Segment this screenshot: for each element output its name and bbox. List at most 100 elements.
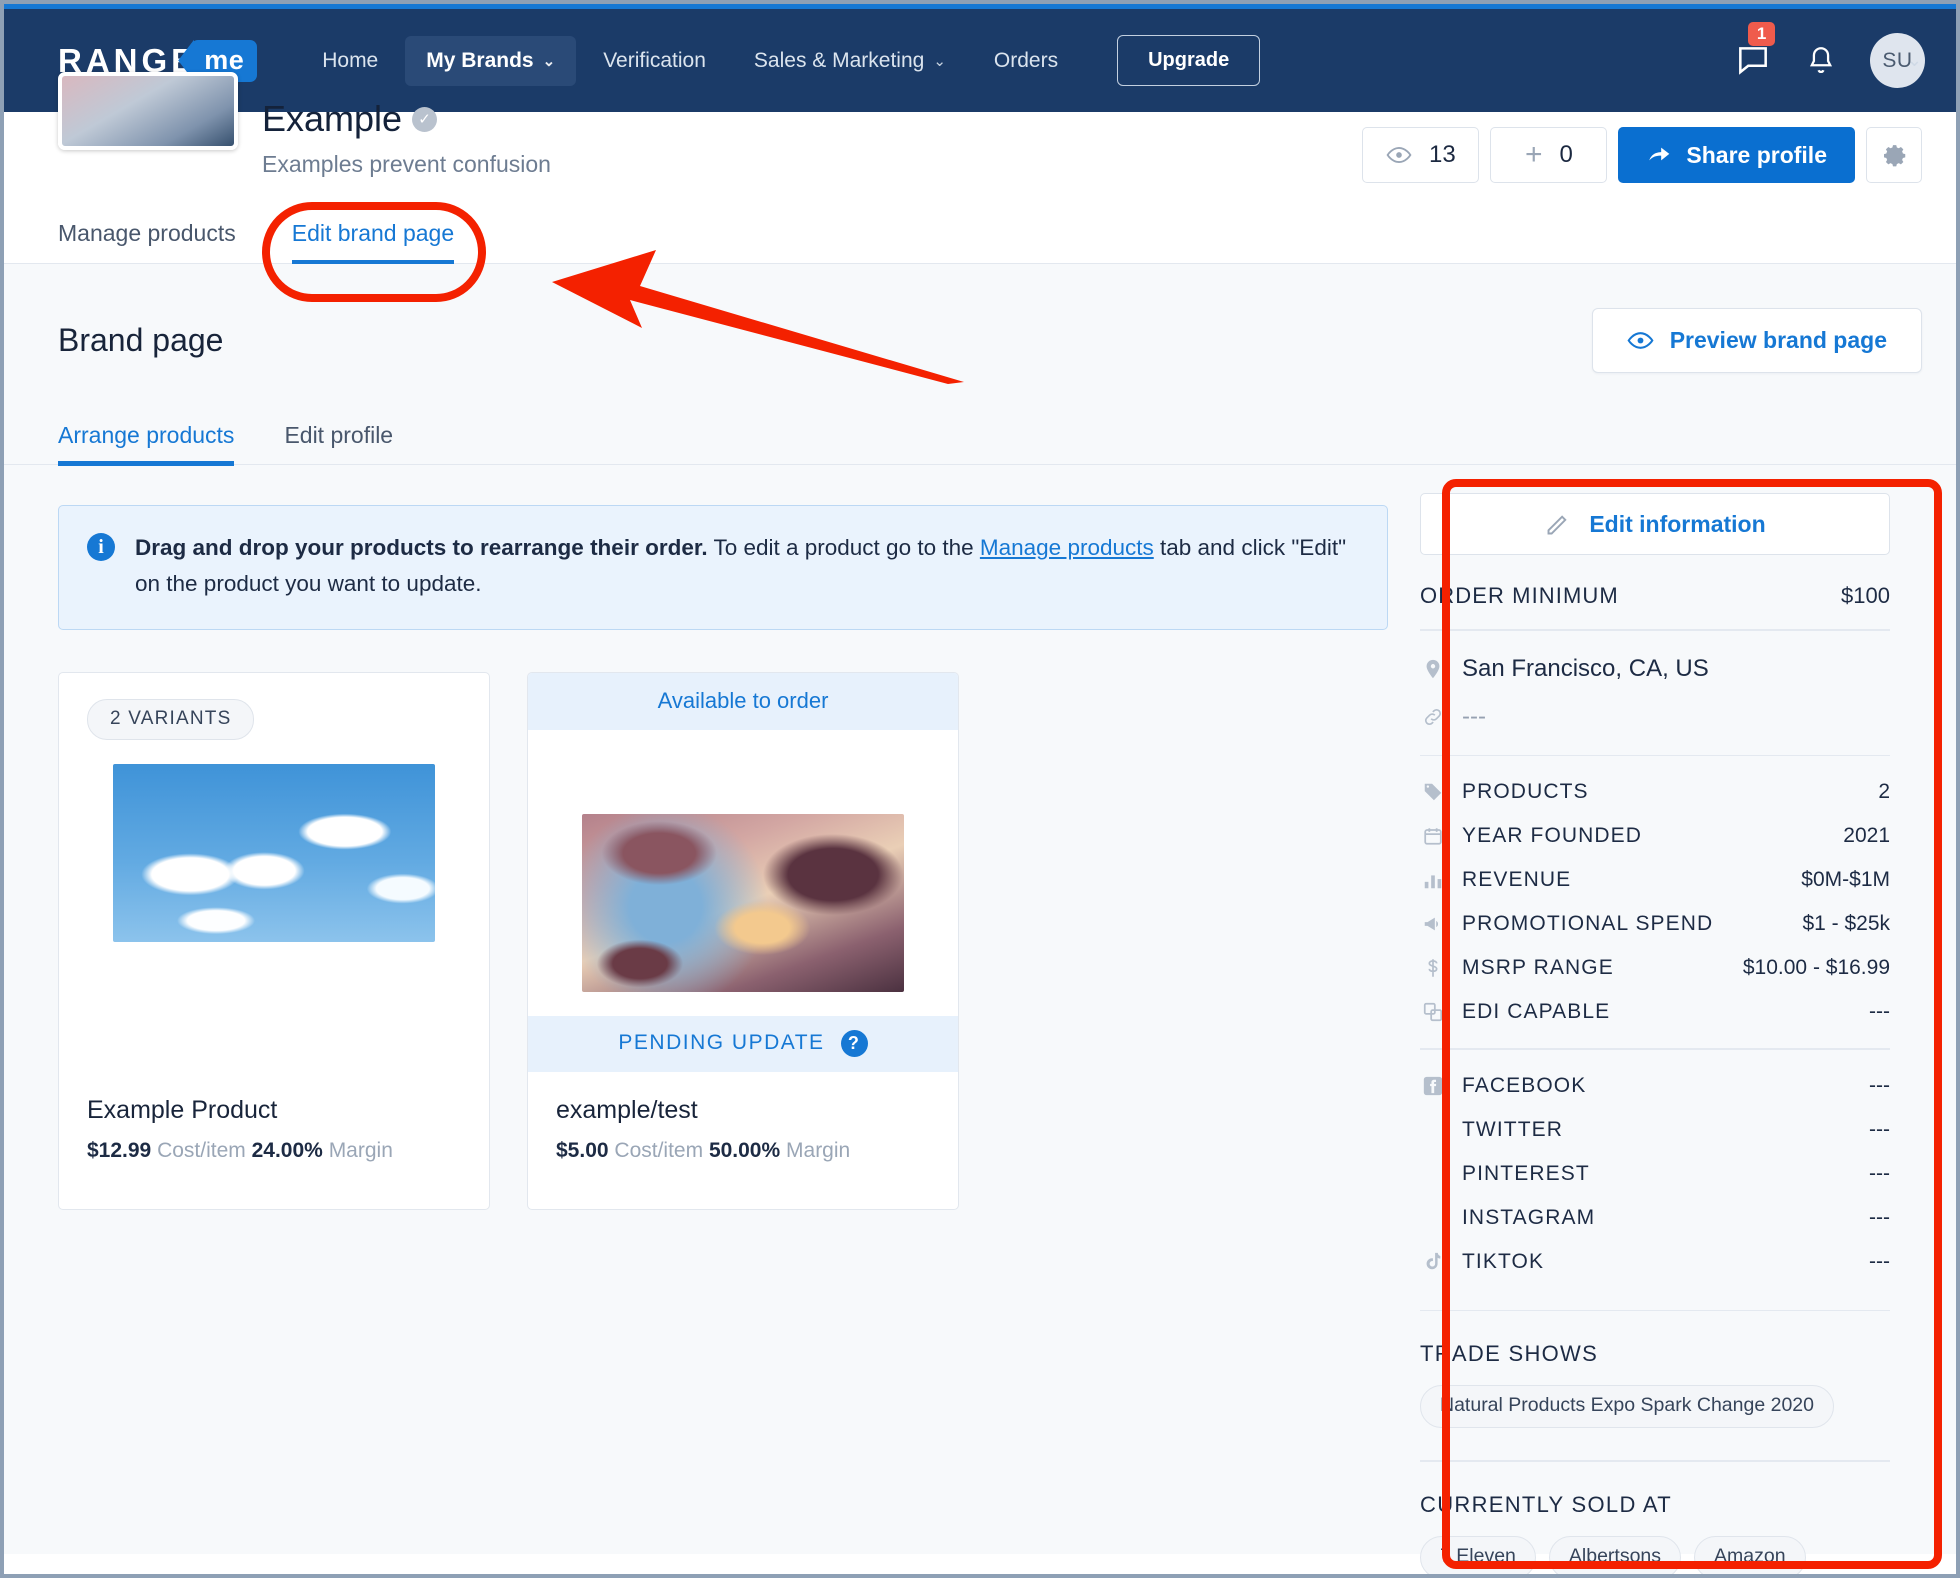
sold-at-chips: 7 Eleven Albertsons Amazon [1420, 1535, 1890, 1574]
stat-label: MSRP RANGE [1462, 956, 1614, 979]
social-row-twitter: TWITTER --- [1420, 1108, 1890, 1152]
chevron-down-icon: ⌄ [933, 52, 946, 70]
upgrade-button[interactable]: Upgrade [1117, 35, 1261, 86]
verified-badge-icon: ✓ [412, 106, 438, 132]
product-pricing: $5.00 Cost/item 50.00% Margin [556, 1139, 930, 1163]
stat-value: 2 [1878, 780, 1890, 803]
edit-information-button[interactable]: Edit information [1420, 493, 1890, 555]
social-row-facebook: FACEBOOK --- [1420, 1064, 1890, 1108]
stat-row-msrp-range: MSRP RANGE $10.00 - $16.99 [1420, 946, 1890, 990]
stat-value: $10.00 - $16.99 [1742, 956, 1890, 979]
tab-arrange-products[interactable]: Arrange products [58, 422, 235, 466]
currently-sold-at-heading: CURRENTLY SOLD AT [1420, 1491, 1672, 1517]
brand-name-text: Example [262, 98, 403, 139]
divider [1420, 1460, 1890, 1462]
product-card-footer: example/test $5.00 Cost/item 50.00% Marg… [528, 1072, 958, 1209]
nav-item-verification[interactable]: Verification [582, 36, 727, 86]
tag-icon [1420, 781, 1446, 803]
divider [1420, 1309, 1890, 1311]
pencil-icon [1547, 514, 1567, 534]
social-row-instagram: INSTAGRAM --- [1420, 1196, 1890, 1240]
info-icon: i [87, 533, 115, 561]
screenshot-root: RANGE me Home My Brands ⌄ Verification S… [0, 0, 1960, 1578]
product-margin-value: 50.00% [708, 1138, 781, 1162]
manage-products-link[interactable]: Manage products [980, 535, 1154, 560]
tiktok-icon [1420, 1251, 1446, 1273]
product-margin-label: Margin [786, 1138, 851, 1162]
divider [1420, 629, 1890, 631]
help-icon[interactable]: ? [840, 1029, 868, 1057]
nav-item-sales-marketing-label: Sales & Marketing [753, 48, 925, 72]
trade-show-chip: Natural Products Expo Spark Change 2020 [1420, 1385, 1834, 1428]
product-card[interactable]: 2 VARIANTS Example Product $12.99 Cost/i… [58, 671, 490, 1210]
product-title: example/test [556, 1095, 698, 1124]
product-cost-label: Cost/item [157, 1138, 246, 1162]
followers-stat[interactable]: + 0 [1490, 127, 1608, 183]
tab-manage-products[interactable]: Manage products [58, 220, 236, 263]
product-status-banner: PENDING UPDATE ? [528, 1015, 958, 1072]
social-value: --- [1869, 1117, 1890, 1141]
dollar-icon [1420, 957, 1446, 979]
social-label: TIKTOK [1462, 1249, 1545, 1273]
page-title-brand: Example ✓ [262, 98, 551, 140]
brand-name-block: Example ✓ Examples prevent confusion [262, 72, 551, 178]
product-card[interactable]: Available to order PENDING UPDATE ? exam… [527, 671, 959, 1210]
stat-value: $0M-$1M [1801, 868, 1890, 891]
left-column: i Drag and drop your products to rearran… [58, 465, 1398, 1574]
page-title: Brand page [58, 322, 224, 358]
retailer-chip: 7 Eleven [1420, 1535, 1536, 1574]
stat-value: $1 - $25k [1802, 912, 1890, 935]
notifications-button[interactable] [1804, 44, 1838, 78]
product-image [113, 763, 435, 942]
brand-tagline: Examples prevent confusion [262, 151, 551, 177]
sub-tabs: Arrange products Edit profile [4, 409, 1956, 466]
tab-edit-profile[interactable]: Edit profile [284, 422, 393, 464]
plus-icon: + [1524, 138, 1543, 171]
product-pricing: $12.99 Cost/item 24.00% Margin [87, 1139, 461, 1163]
nav-item-verification-label: Verification [603, 48, 706, 72]
stat-value: --- [1869, 1000, 1890, 1023]
page-header: Brand page Preview brand page [4, 264, 1956, 373]
profile-views-stat[interactable]: 13 [1362, 127, 1480, 183]
stat-row-products: PRODUCTS 2 [1420, 770, 1890, 814]
map-pin-icon [1420, 658, 1446, 680]
eye-icon [1386, 147, 1412, 163]
order-minimum-value: $100 [1841, 583, 1890, 608]
brand-identity: Example ✓ Examples prevent confusion [58, 72, 551, 178]
page-body: Brand page Preview brand page Arrange pr… [4, 264, 1956, 1574]
trade-shows-heading: TRADE SHOWS [1420, 1341, 1599, 1366]
edit-information-label: Edit information [1589, 510, 1766, 537]
tab-edit-brand-page[interactable]: Edit brand page [291, 220, 455, 265]
stat-row-promotional-spend: PROMOTIONAL SPEND $1 - $25k [1420, 902, 1890, 946]
social-value: --- [1869, 1205, 1890, 1229]
share-profile-button[interactable]: Share profile [1618, 127, 1855, 183]
nav-item-sales-marketing[interactable]: Sales & Marketing ⌄ [733, 36, 967, 86]
website-row: --- [1420, 693, 1890, 741]
profile-views-count: 13 [1429, 141, 1456, 168]
stat-label: PRODUCTS [1462, 780, 1589, 803]
bar-chart-icon [1420, 869, 1446, 891]
product-status-label: PENDING UPDATE [618, 1031, 825, 1055]
brand-settings-button[interactable] [1866, 127, 1922, 183]
share-profile-label: Share profile [1686, 141, 1827, 168]
stat-row-edi-capable: EDI CAPABLE --- [1420, 990, 1890, 1034]
retailer-chip: Albertsons [1548, 1535, 1682, 1574]
account-menu-button[interactable]: SU ⌄ [1869, 33, 1925, 88]
social-label: FACEBOOK [1462, 1073, 1587, 1097]
social-label: INSTAGRAM [1462, 1205, 1596, 1229]
chevron-down-icon: ⌄ [542, 52, 556, 70]
content-row: i Drag and drop your products to rearran… [4, 465, 1956, 1574]
nav-right-group: 1 SU ⌄ [1734, 21, 1925, 88]
share-arrow-icon [1649, 147, 1670, 161]
nav-item-orders[interactable]: Orders [973, 36, 1079, 86]
megaphone-icon [1420, 913, 1446, 935]
preview-brand-page-button[interactable]: Preview brand page [1591, 308, 1922, 373]
nav-item-home-label: Home [322, 48, 379, 72]
product-cards: 2 VARIANTS Example Product $12.99 Cost/i… [58, 671, 1398, 1210]
product-price: $12.99 [87, 1138, 152, 1162]
messages-button[interactable]: 1 [1734, 21, 1776, 80]
divider [1420, 754, 1890, 756]
product-margin-label: Margin [328, 1138, 393, 1162]
variants-badge: 2 VARIANTS [87, 698, 255, 740]
stat-row-year-founded: YEAR FOUNDED 2021 [1420, 814, 1890, 858]
